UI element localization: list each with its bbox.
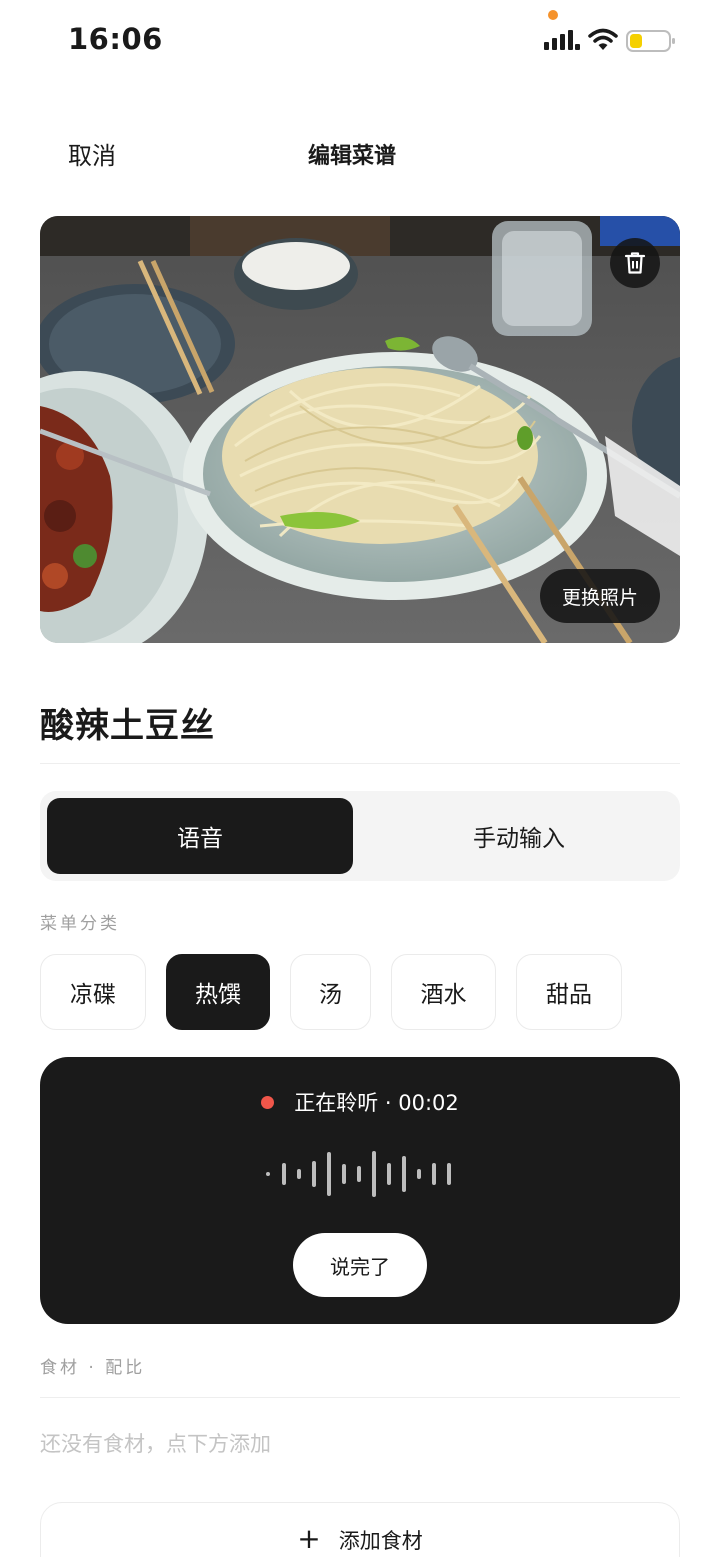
ingredients-label: 食材 · 配比	[40, 1358, 146, 1378]
wifi-icon	[588, 28, 618, 50]
plus-icon: +	[297, 1522, 321, 1555]
recording-dot-icon	[261, 1095, 275, 1109]
category-chip-hot-dish[interactable]: 热馔	[166, 954, 270, 1030]
listening-status: 正在聆听 · 00:02	[40, 1087, 680, 1117]
add-ingredient-label: 添加食材	[338, 1529, 423, 1553]
category-chip-drinks[interactable]: 酒水	[391, 954, 496, 1030]
delete-photo-button[interactable]	[610, 238, 660, 288]
category-chip-cold-dish[interactable]: 凉碟	[40, 954, 146, 1030]
trash-icon	[624, 252, 646, 274]
change-photo-button[interactable]: 更换照片	[539, 569, 660, 623]
waveform-icon	[266, 1151, 451, 1197]
divider	[40, 763, 680, 764]
finish-speaking-button[interactable]: 说完了	[293, 1233, 427, 1297]
listening-status-text: 正在聆听 · 00:02	[294, 1091, 459, 1115]
page-title: 编辑菜谱	[307, 144, 396, 169]
divider	[40, 1397, 680, 1398]
dish-photo: 更换照片	[40, 216, 680, 643]
privacy-indicator	[548, 10, 558, 20]
category-chip-dessert[interactable]: 甜品	[516, 954, 622, 1030]
cellular-signal-icon	[544, 30, 580, 50]
input-mode-segment: 语音 手动输入	[40, 791, 680, 881]
status-bar: 16:06	[0, 0, 720, 80]
dish-name[interactable]: 酸辣土豆丝	[40, 698, 215, 747]
voice-recording-card: 正在聆听 · 00:02 说完了	[40, 1057, 680, 1324]
category-chip-soup[interactable]: 汤	[290, 954, 371, 1030]
tab-voice[interactable]: 语音	[47, 798, 353, 874]
battery-icon	[626, 30, 675, 52]
add-ingredient-button[interactable]: + 添加食材	[40, 1502, 680, 1557]
ingredients-empty-hint: 还没有食材，点下方添加	[40, 1432, 271, 1456]
status-time: 16:06	[68, 22, 163, 56]
category-label: 菜单分类	[40, 914, 120, 934]
tab-manual-input[interactable]: 手动输入	[366, 798, 672, 874]
